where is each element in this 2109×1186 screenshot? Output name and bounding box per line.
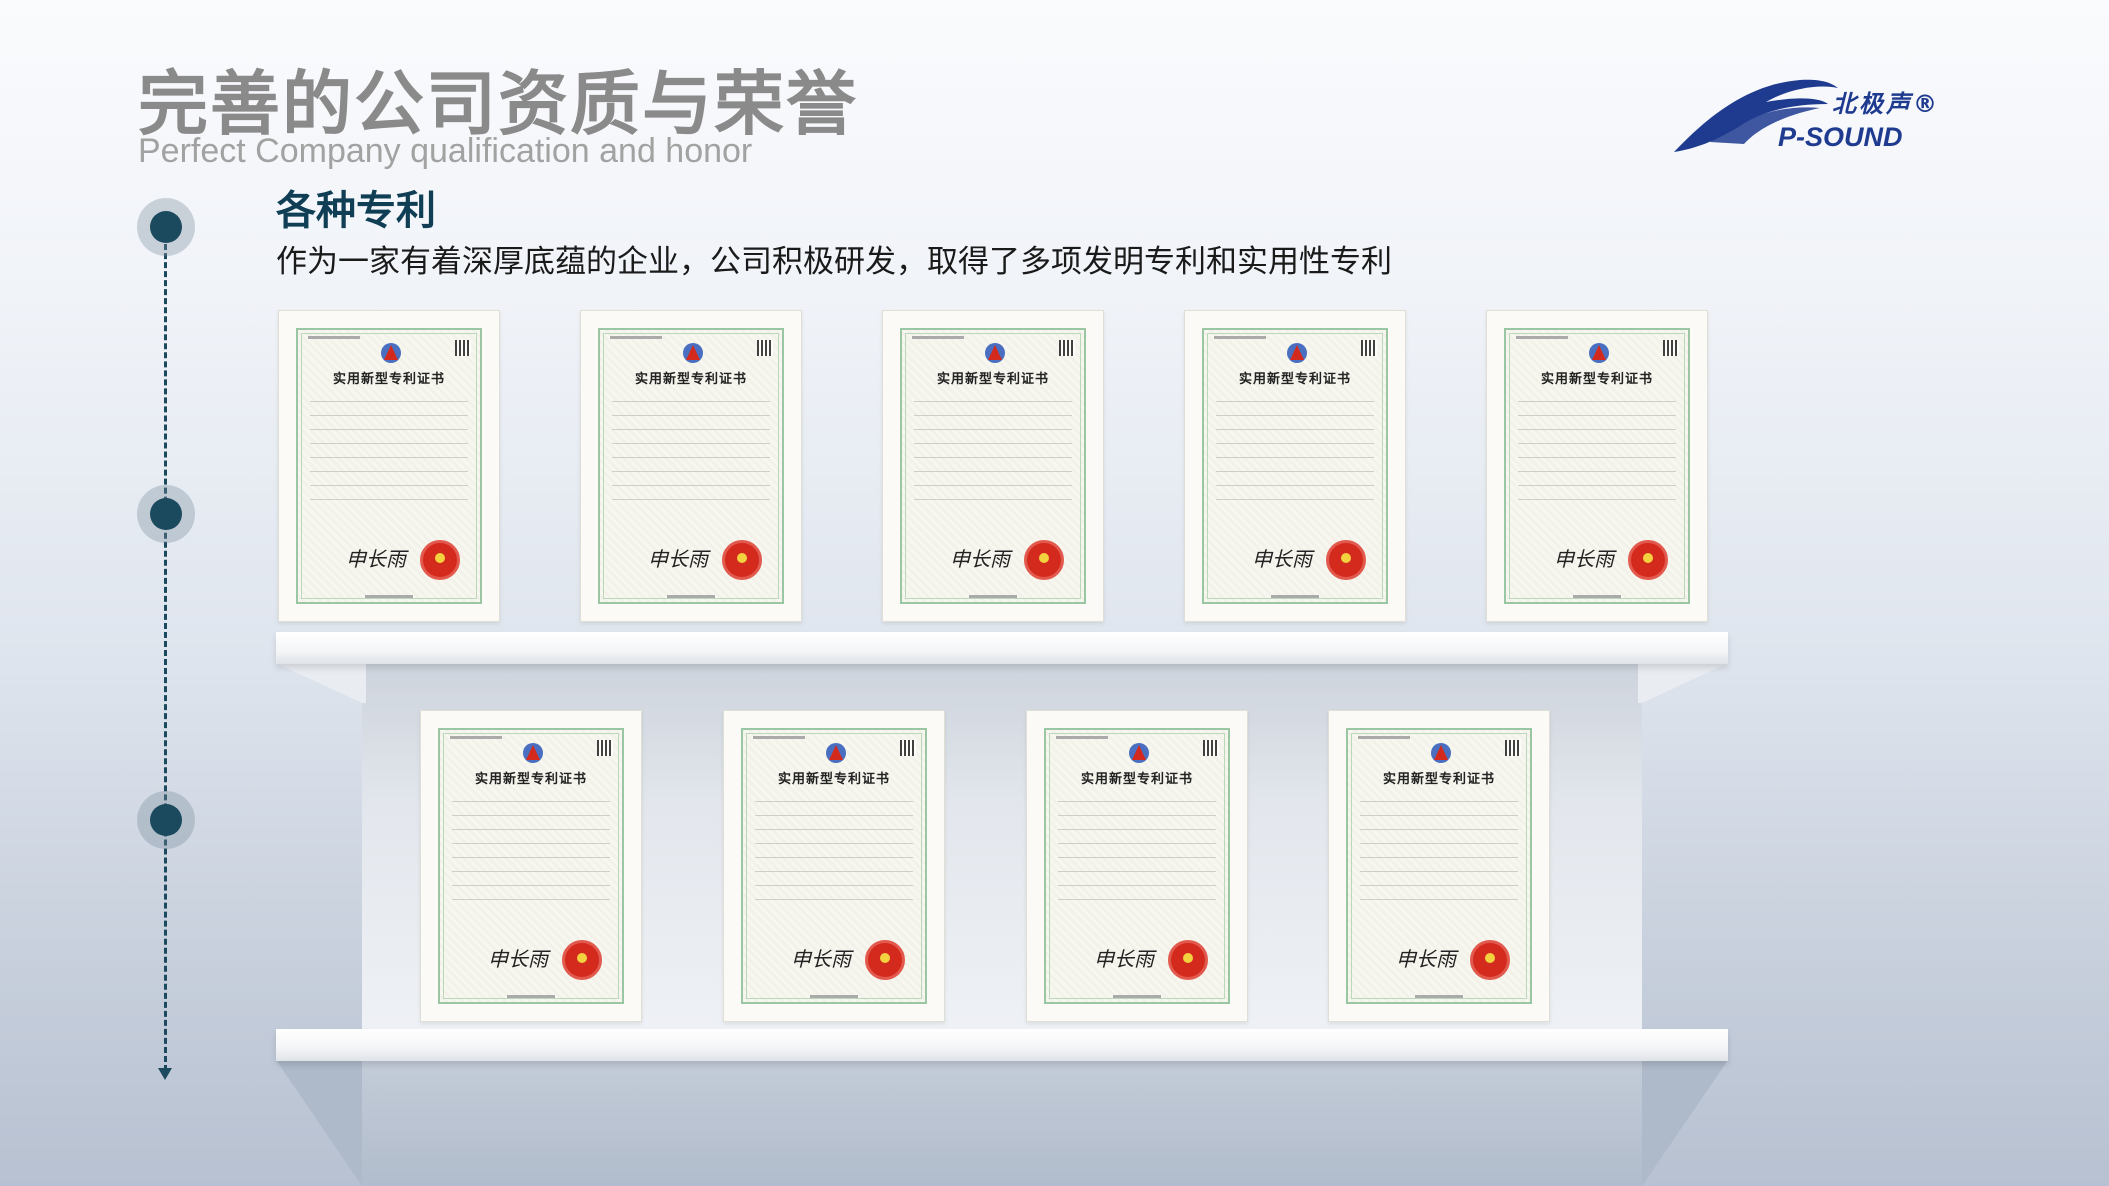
signature: 申长雨 xyxy=(1252,547,1312,571)
qr-code-icon xyxy=(1059,340,1075,356)
patent-certificate[interactable]: 实用新型专利证书 申长雨 xyxy=(278,310,500,622)
timeline-line xyxy=(164,226,167,1071)
logo-name-en: P-SOUND xyxy=(1778,122,1903,152)
seal-icon xyxy=(1024,540,1064,580)
signature: 申长雨 xyxy=(1554,547,1614,571)
shelf-1 xyxy=(276,632,1728,664)
seal-icon xyxy=(865,940,905,980)
signature: 申长雨 xyxy=(950,547,1010,571)
cnipa-emblem-icon xyxy=(985,343,1005,363)
certificate-title: 实用新型专利证书 xyxy=(936,372,1049,387)
certificate-title: 实用新型专利证书 xyxy=(634,372,747,387)
certificate-title: 实用新型专利证书 xyxy=(474,772,587,787)
cnipa-emblem-icon xyxy=(523,743,543,763)
qr-code-icon xyxy=(1505,740,1521,756)
logo-name-cn: 北极声® xyxy=(1832,90,1940,118)
certificate-title: 实用新型专利证书 xyxy=(1382,772,1495,787)
signature: 申长雨 xyxy=(346,547,406,571)
signature: 申长雨 xyxy=(791,947,851,971)
shelf-2 xyxy=(276,1029,1728,1061)
shelf-side-right-2 xyxy=(1638,1060,1728,1186)
shelf-side-right-1 xyxy=(1638,663,1728,703)
certificate-title: 实用新型专利证书 xyxy=(1080,772,1193,787)
section-description: 作为一家有着深厚底蕴的企业，公司积极研发，取得了多项发明专利和实用性专利 xyxy=(276,244,1392,280)
qr-code-icon xyxy=(1663,340,1679,356)
qr-code-icon xyxy=(597,740,613,756)
seal-icon xyxy=(562,940,602,980)
timeline-node-1 xyxy=(137,198,195,256)
cnipa-emblem-icon xyxy=(826,743,846,763)
seal-icon xyxy=(1168,940,1208,980)
section-title: 各种专利 xyxy=(276,188,436,234)
certificate-title: 实用新型专利证书 xyxy=(777,772,890,787)
cnipa-emblem-icon xyxy=(381,343,401,363)
signature: 申长雨 xyxy=(488,947,548,971)
timeline-node-3 xyxy=(137,791,195,849)
seal-icon xyxy=(420,540,460,580)
signature: 申长雨 xyxy=(1094,947,1154,971)
certificate-title: 实用新型专利证书 xyxy=(1238,372,1351,387)
certificate-title: 实用新型专利证书 xyxy=(1540,372,1653,387)
patent-certificate[interactable]: 实用新型专利证书 申长雨 xyxy=(580,310,802,622)
cnipa-emblem-icon xyxy=(1287,343,1307,363)
seal-icon xyxy=(722,540,762,580)
qr-code-icon xyxy=(757,340,773,356)
timeline-node-2 xyxy=(137,485,195,543)
patent-certificate[interactable]: 实用新型专利证书 申长雨 xyxy=(420,710,642,1022)
patent-certificate[interactable]: 实用新型专利证书 申长雨 xyxy=(1328,710,1550,1022)
signature: 申长雨 xyxy=(1396,947,1456,971)
shelf-back-panel-2 xyxy=(362,1060,1642,1186)
shelf-side-left-2 xyxy=(276,1060,366,1186)
patent-certificate[interactable]: 实用新型专利证书 申长雨 xyxy=(723,710,945,1022)
patent-certificate[interactable]: 实用新型专利证书 申长雨 xyxy=(1026,710,1248,1022)
company-logo: 北极声® P-SOUND xyxy=(1670,74,1950,164)
patent-certificate[interactable]: 实用新型专利证书 申长雨 xyxy=(882,310,1104,622)
seal-icon xyxy=(1470,940,1510,980)
signature: 申长雨 xyxy=(648,547,708,571)
qr-code-icon xyxy=(1361,340,1377,356)
seal-icon xyxy=(1326,540,1366,580)
qr-code-icon xyxy=(900,740,916,756)
shelf-side-left-1 xyxy=(276,663,366,703)
cnipa-emblem-icon xyxy=(1431,743,1451,763)
seal-icon xyxy=(1628,540,1668,580)
cnipa-emblem-icon xyxy=(1589,343,1609,363)
cnipa-emblem-icon xyxy=(1129,743,1149,763)
timeline-arrow-icon xyxy=(158,1068,172,1080)
certificate-title: 实用新型专利证书 xyxy=(332,372,445,387)
page-subtitle-en: Perfect Company qualification and honor xyxy=(138,132,753,170)
qr-code-icon xyxy=(455,340,471,356)
patent-certificate[interactable]: 实用新型专利证书 申长雨 xyxy=(1486,310,1708,622)
cnipa-emblem-icon xyxy=(683,343,703,363)
qr-code-icon xyxy=(1203,740,1219,756)
patent-certificate[interactable]: 实用新型专利证书 申长雨 xyxy=(1184,310,1406,622)
